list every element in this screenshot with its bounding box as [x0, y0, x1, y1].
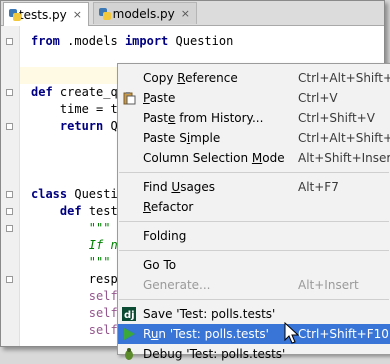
code-line: def test_	[31, 203, 125, 220]
menu-item-refactor[interactable]: Refactor	[118, 197, 390, 217]
fold-marker-icon[interactable]	[6, 191, 13, 198]
code-line: self.	[31, 288, 125, 305]
menu-item-shortcut: Ctrl+Shift+F10	[298, 327, 389, 341]
menu-item-shortcut: Ctrl+Alt+Shift+V	[298, 131, 390, 145]
code-line: self.	[31, 305, 125, 322]
menu-item-label: Save 'Test: polls.tests'	[143, 307, 276, 321]
tab-models-py[interactable]: models.py ×	[93, 2, 197, 24]
menu-item-shortcut: Ctrl+V	[298, 91, 338, 105]
menu-item-debug-test[interactable]: Debug 'Test: polls.tests'	[118, 344, 390, 364]
fold-marker-icon[interactable]	[6, 38, 13, 45]
close-tab-icon[interactable]: ×	[181, 7, 190, 20]
fold-marker-icon[interactable]	[6, 123, 13, 130]
menu-item-shortcut: Ctrl+Alt+Shift+C	[298, 71, 390, 85]
menu-separator	[119, 172, 389, 173]
code-line: time = t	[31, 101, 118, 118]
code-line: """	[31, 220, 111, 237]
code-token: def	[59, 204, 82, 218]
menu-item-save-test[interactable]: dj Save 'Test: polls.tests'	[118, 304, 390, 324]
fold-marker-icon[interactable]	[6, 276, 13, 283]
code-token: Question	[168, 34, 234, 48]
menu-item-label: Go To	[143, 258, 177, 272]
editor-gutter	[1, 26, 20, 346]
code-line: class Questio	[31, 186, 125, 203]
menu-item-label: Debug 'Test: polls.tests'	[143, 347, 286, 361]
close-tab-icon[interactable]: ×	[73, 8, 82, 21]
menu-item-folding[interactable]: Folding	[118, 226, 390, 246]
menu-item-label: Refactor	[143, 200, 194, 214]
menu-item-label: Find Usages	[143, 180, 216, 194]
menu-item-find-usages[interactable]: Find Usages Alt+F7	[118, 177, 390, 197]
code-line: def create_q	[31, 84, 118, 101]
code-token: class	[31, 187, 68, 201]
menu-item-shortcut: Alt+Insert	[298, 278, 359, 292]
code-token: respo	[31, 272, 125, 286]
code-line: return Qu	[31, 118, 125, 135]
svg-text:dj: dj	[124, 310, 135, 321]
code-token: .models	[59, 34, 125, 48]
tab-label: models.py	[112, 6, 175, 21]
menu-item-label: Run 'Test: polls.tests'	[143, 327, 269, 341]
fold-marker-icon[interactable]	[6, 225, 13, 232]
code-line: respo	[31, 271, 125, 288]
menu-separator	[119, 221, 389, 222]
menu-item-go-to[interactable]: Go To	[118, 255, 390, 275]
menu-item-column-selection-mode[interactable]: Column Selection Mode Alt+Shift+Insert	[118, 148, 390, 168]
python-file-icon	[98, 7, 111, 21]
menu-item-label: Paste from History...	[143, 111, 264, 125]
menu-item-shortcut: Ctrl+Shift+V	[298, 111, 375, 125]
menu-item-generate: Generate... Alt+Insert	[118, 275, 390, 295]
code-token: from	[31, 34, 60, 48]
code-token: """	[31, 255, 111, 269]
menu-item-label: Paste Simple	[143, 131, 221, 145]
context-menu: Copy Reference Ctrl+Alt+Shift+C Paste Ctrl+…	[117, 63, 390, 361]
menu-item-paste-simple[interactable]: Paste Simple Ctrl+Alt+Shift+V	[118, 128, 390, 148]
menu-item-shortcut: Alt+F7	[298, 180, 339, 194]
menu-item-label: Copy Reference	[143, 71, 238, 85]
code-token: return	[59, 119, 104, 133]
code-token: def	[31, 85, 53, 99]
code-token: """	[31, 221, 111, 235]
code-line: If no	[31, 237, 125, 254]
tab-label: tests.py	[18, 7, 67, 22]
menu-item-paste-from-history[interactable]: Paste from History... Ctrl+Shift+V	[118, 108, 390, 128]
menu-separator	[119, 299, 389, 300]
code-token: If no	[31, 238, 125, 252]
menu-item-label: Column Selection Mode	[143, 151, 285, 165]
code-line: """	[31, 254, 111, 271]
menu-item-label: Paste	[143, 91, 176, 105]
menu-separator	[119, 250, 389, 251]
menu-item-label: Folding	[143, 229, 187, 243]
mouse-pointer-icon	[284, 322, 300, 344]
code-token: create_q	[52, 85, 118, 99]
menu-item-label: Generate...	[143, 278, 211, 292]
code-token: time = t	[31, 102, 118, 116]
fold-marker-icon[interactable]	[6, 89, 13, 96]
python-file-icon	[8, 8, 21, 22]
code-token: import	[124, 34, 169, 48]
code-line: self.	[31, 322, 125, 339]
editor-tab-bar: tests.py × models.py ×	[1, 1, 384, 26]
tab-tests-py[interactable]: tests.py ×	[3, 2, 89, 26]
fold-marker-icon[interactable]	[6, 208, 13, 215]
menu-item-run-test[interactable]: Run 'Test: polls.tests' Ctrl+Shift+F10	[118, 324, 390, 344]
code-line: from .models import Question	[31, 33, 233, 50]
menu-item-paste[interactable]: Paste Ctrl+V	[118, 88, 390, 108]
menu-item-copy-reference[interactable]: Copy Reference Ctrl+Alt+Shift+C	[118, 68, 390, 88]
menu-item-shortcut: Alt+Shift+Insert	[298, 151, 390, 165]
